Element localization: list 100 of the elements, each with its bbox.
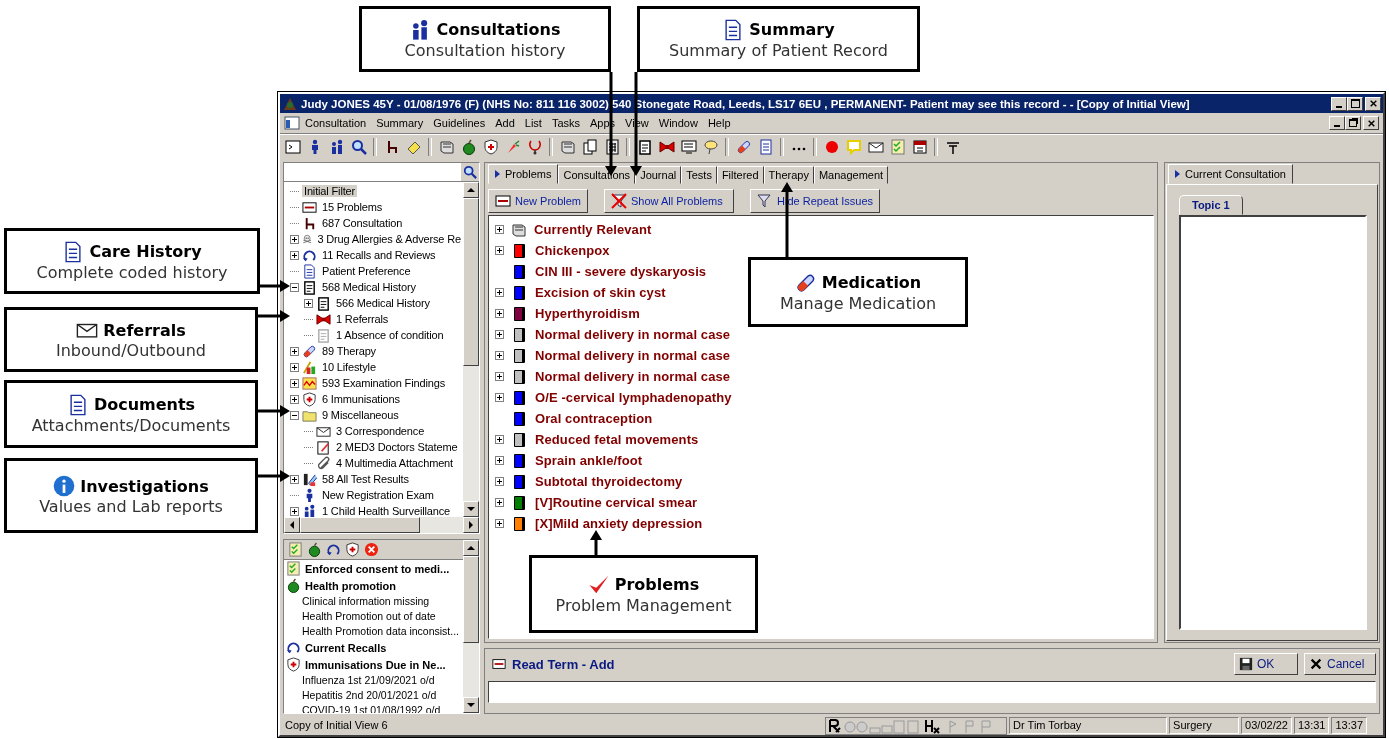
problem-item[interactable]: Reduced fetal movements	[535, 432, 699, 447]
problem-item[interactable]: Currently Relevant	[534, 222, 652, 237]
tab[interactable]: Problems	[488, 164, 559, 184]
pill-icon[interactable]	[302, 343, 317, 359]
problem-item[interactable]: Excision of skin cyst	[535, 285, 666, 300]
collapse-toggle[interactable]	[290, 282, 299, 292]
envelope-icon[interactable]	[867, 139, 884, 155]
expand-toggle[interactable]	[290, 506, 299, 516]
close-icon[interactable]	[364, 542, 379, 557]
alert-item[interactable]: Clinical information missing	[284, 594, 463, 609]
tree-item[interactable]: Initial Filter	[302, 185, 358, 197]
book-icon[interactable]	[559, 139, 576, 155]
maximize-button[interactable]	[1347, 96, 1363, 111]
tree-item[interactable]: 9 Miscellaneous	[320, 409, 401, 421]
expand-toggle[interactable]	[495, 393, 504, 402]
tab[interactable]: Filtered	[716, 166, 764, 184]
expand-toggle[interactable]	[495, 225, 504, 234]
search-icon[interactable]	[350, 139, 367, 155]
toolbar-button[interactable]: New Problem	[488, 189, 589, 213]
expand-toggle[interactable]	[290, 250, 299, 260]
tree-item[interactable]: 566 Medical History	[334, 297, 432, 309]
checklist-icon[interactable]	[286, 561, 301, 576]
alert-item[interactable]: Hepatitis 2nd 20/01/2021 o/d	[284, 688, 463, 703]
calculator-icon[interactable]	[603, 139, 620, 155]
clipboard-icon[interactable]	[636, 139, 653, 155]
record-icon[interactable]	[823, 139, 840, 155]
shield-icon[interactable]	[302, 391, 317, 407]
menu-item[interactable]: Guidelines	[428, 117, 491, 129]
read-term-field[interactable]	[488, 681, 1376, 703]
tree-item[interactable]: 2 MED3 Doctors Stateme	[334, 441, 460, 453]
clipboard-icon[interactable]	[316, 327, 331, 343]
book-icon[interactable]	[511, 221, 527, 238]
tab[interactable]: Journal	[635, 166, 682, 184]
tree-item[interactable]: 1 Referrals	[334, 313, 391, 325]
edit-document-icon[interactable]	[316, 439, 331, 455]
terminal-icon[interactable]	[284, 139, 301, 155]
clipboard-icon[interactable]	[302, 279, 317, 295]
tree-item[interactable]: 593 Examination Findings	[320, 377, 447, 389]
problem-item[interactable]: CIN III - severe dyskaryosis	[535, 264, 707, 279]
expand-toggle[interactable]	[290, 362, 299, 372]
monitor-icon[interactable]	[680, 139, 697, 155]
clipboard-icon[interactable]	[316, 295, 331, 311]
menu-item[interactable]: List	[519, 117, 547, 129]
toolbar-button[interactable]: Show All Problems	[604, 189, 735, 213]
menu-item[interactable]: Summary	[371, 117, 429, 129]
search-icon[interactable]	[463, 165, 477, 179]
tree-item[interactable]: 11 Recalls and Reviews	[320, 249, 438, 261]
ok-button[interactable]: OK	[1234, 653, 1298, 675]
menu-item[interactable]: Tasks	[546, 117, 586, 129]
close-button[interactable]	[1363, 116, 1379, 130]
apple-icon[interactable]	[286, 578, 301, 593]
card-icon[interactable]	[492, 657, 506, 671]
shield-icon[interactable]	[482, 139, 499, 155]
expand-toggle[interactable]	[495, 288, 504, 297]
apple-icon[interactable]	[307, 542, 322, 557]
problem-item[interactable]: Sprain ankle/foot	[535, 453, 643, 468]
pill-icon[interactable]	[735, 139, 752, 155]
stethoscope-icon[interactable]	[526, 139, 543, 155]
problem-item[interactable]: O/E -cervical lymphadenopathy	[535, 390, 732, 405]
tab[interactable]: Current Consultation	[1168, 164, 1293, 184]
problem-item[interactable]: Subtotal thyroidectomy	[535, 474, 683, 489]
refresh-icon[interactable]	[286, 640, 301, 655]
paperclip-icon[interactable]	[316, 455, 331, 471]
pages-icon[interactable]	[581, 139, 598, 155]
minimize-button[interactable]	[1331, 96, 1347, 111]
scrollbar[interactable]	[463, 540, 479, 713]
people-icon[interactable]	[302, 503, 317, 517]
menu-item[interactable]: Window	[653, 117, 703, 129]
tree-item[interactable]: 3 Correspondence	[334, 425, 427, 437]
tree-item[interactable]: 687 Consultation	[320, 217, 405, 229]
expand-toggle[interactable]	[495, 456, 504, 465]
collapse-toggle[interactable]	[290, 410, 299, 420]
alert-item[interactable]: Health Promotion out of date	[284, 609, 463, 624]
checklist-icon[interactable]	[288, 542, 303, 557]
expand-toggle[interactable]	[290, 234, 299, 244]
card-icon[interactable]	[495, 193, 511, 209]
bottles-icon[interactable]	[302, 359, 317, 375]
tree-item[interactable]: Patient Preference	[320, 265, 413, 277]
expand-toggle[interactable]	[495, 372, 504, 381]
tree-item[interactable]: 568 Medical History	[320, 281, 418, 293]
tree-item[interactable]: 1 Child Health Surveillance	[320, 505, 453, 517]
problem-item[interactable]: Normal delivery in normal case	[535, 327, 731, 342]
bowtie-icon[interactable]	[316, 311, 331, 327]
tree-item[interactable]: 1 Absence of condition	[334, 329, 446, 341]
problem-item[interactable]: Chickenpox	[535, 243, 610, 258]
alert-heading[interactable]: Health promotion	[305, 579, 397, 592]
alert-item[interactable]: Health Promotion data inconsist...	[284, 624, 463, 639]
problem-item[interactable]: Normal delivery in normal case	[535, 369, 731, 384]
tab[interactable]: Management	[813, 166, 889, 184]
alert-item[interactable]: Influenza 1st 21/09/2021 o/d	[284, 673, 463, 688]
shield-icon[interactable]	[286, 657, 301, 672]
chart-icon[interactable]	[302, 375, 317, 391]
expand-toggle[interactable]	[495, 351, 504, 360]
expand-toggle[interactable]	[495, 330, 504, 339]
problem-item[interactable]: [X]Mild anxiety depression	[535, 516, 703, 531]
problem-item[interactable]: Normal delivery in normal case	[535, 348, 731, 363]
bowtie-icon[interactable]	[658, 139, 675, 155]
restore-button[interactable]	[1345, 116, 1361, 130]
expand-toggle[interactable]	[290, 346, 299, 356]
checklist-icon[interactable]	[889, 139, 906, 155]
